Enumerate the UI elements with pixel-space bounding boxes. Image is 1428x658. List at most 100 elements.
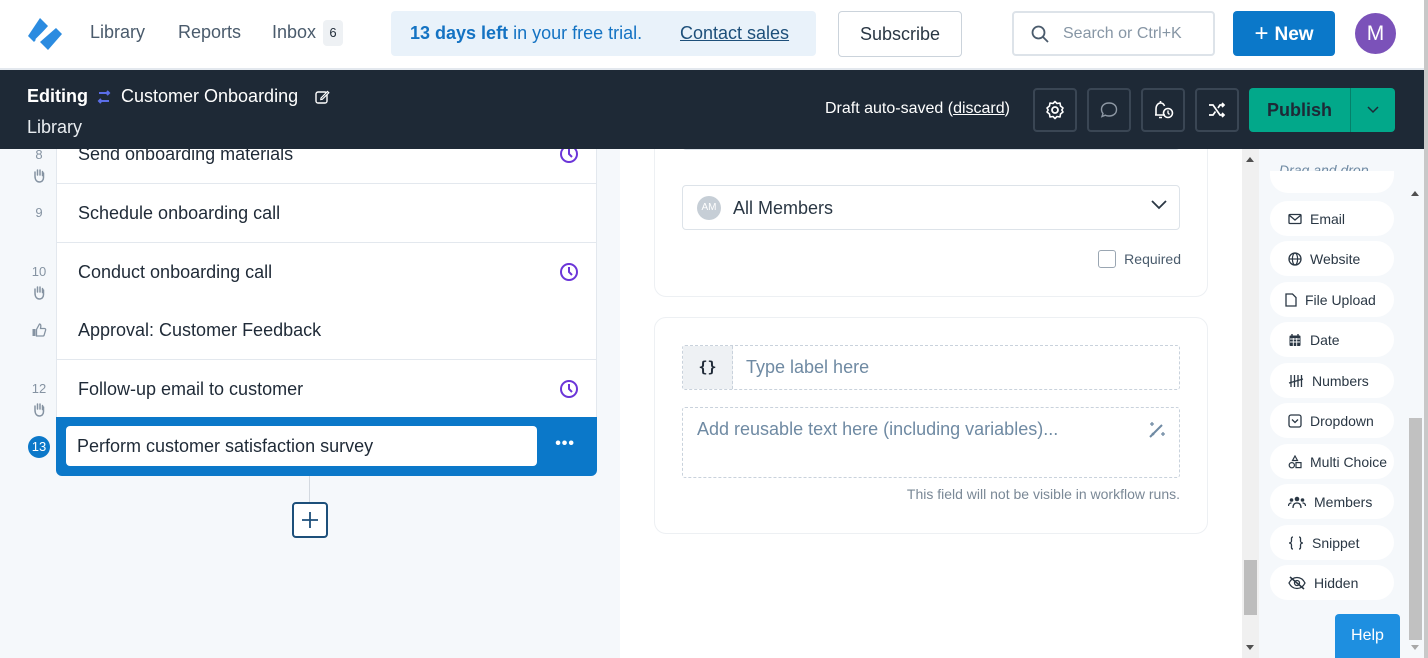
nav-reports[interactable]: Reports: [178, 22, 241, 43]
automations-button[interactable]: [1195, 88, 1239, 132]
scrollbar-thumb[interactable]: [1409, 418, 1422, 640]
edit-icon[interactable]: [314, 89, 330, 105]
palette-item-snippet[interactable]: Snippet: [1270, 525, 1394, 560]
search-input[interactable]: Search or Ctrl+K: [1012, 11, 1215, 56]
task-row[interactable]: Conduct onboarding call: [56, 243, 597, 302]
required-toggle[interactable]: Required: [1098, 250, 1181, 268]
globe-icon: [1288, 251, 1302, 266]
scrollbar-thumb[interactable]: [1244, 560, 1257, 615]
palette-item-multi-choice[interactable]: Multi Choice: [1270, 444, 1394, 479]
snippet-text-placeholder: Add reusable text here (including variab…: [697, 419, 1059, 439]
magic-wand-icon[interactable]: [1147, 420, 1167, 440]
comment-icon: [1100, 102, 1118, 118]
comments-button[interactable]: [1087, 88, 1131, 132]
editing-label: Editing: [27, 86, 88, 106]
breadcrumb-library[interactable]: Library: [27, 117, 82, 138]
more-options-icon[interactable]: •••: [555, 435, 575, 453]
editing-title: Editing Customer Onboarding: [27, 86, 330, 107]
trial-text: in your free trial.: [508, 23, 643, 43]
snippet-text-input[interactable]: Add reusable text here (including variab…: [682, 407, 1180, 478]
editor-scrollbar[interactable]: [1242, 149, 1259, 658]
search-placeholder: Search or Ctrl+K: [1063, 25, 1182, 42]
palette-item-label: Hidden: [1314, 574, 1359, 591]
nav-inbox[interactable]: Inbox: [272, 22, 316, 43]
palette-scrollbar[interactable]: [1407, 183, 1424, 658]
dropdown-icon: [1288, 413, 1302, 428]
palette-item-hidden[interactable]: Hidden: [1270, 565, 1394, 600]
workflow-name[interactable]: Customer Onboarding: [121, 86, 298, 107]
editing-toolbar: Editing Customer Onboarding Library Draf…: [0, 70, 1424, 149]
task-title-input[interactable]: Perform customer satisfaction survey: [66, 426, 537, 466]
nav-library[interactable]: Library: [90, 22, 145, 43]
palette-item-label: Multi Choice: [1310, 453, 1388, 470]
app-logo[interactable]: [26, 16, 64, 52]
palette-item-partial[interactable]: [1270, 171, 1394, 193]
task-number: 9: [35, 205, 43, 220]
autosave-status: Draft auto-saved (discard): [825, 100, 1010, 118]
snippet-field-card: {} Type label here Add reusable text her…: [654, 317, 1208, 534]
palette-item-members[interactable]: Members: [1270, 484, 1394, 519]
discard-link[interactable]: discard: [953, 100, 1005, 117]
scroll-down-arrow[interactable]: [1411, 645, 1419, 650]
subscribe-button[interactable]: Subscribe: [838, 11, 962, 57]
assignee-avatar: AM: [697, 196, 721, 220]
task-row[interactable]: Send onboarding materials: [56, 149, 597, 184]
required-checkbox[interactable]: [1098, 250, 1117, 268]
task-title: Approval: Customer Feedback: [78, 320, 322, 340]
contact-sales-link[interactable]: Contact sales: [680, 11, 789, 56]
eye-slash-icon: [1288, 575, 1306, 590]
workflow-icon: [97, 89, 111, 104]
inbox-count-badge: 6: [323, 20, 343, 46]
task-number-badge: 13: [28, 436, 50, 458]
assignee-dropdown[interactable]: AM All Members: [682, 185, 1180, 230]
users-icon: [1288, 496, 1306, 508]
braces-icon: [1288, 535, 1304, 550]
due-date-clock-icon: [560, 380, 578, 398]
palette-item-email[interactable]: Email: [1270, 201, 1394, 236]
task-row[interactable]: Approval: Customer Feedback: [56, 301, 597, 360]
snippet-label-input[interactable]: {} Type label here: [682, 345, 1180, 390]
due-date-clock-icon: [560, 149, 578, 163]
task-row[interactable]: Schedule onboarding call: [56, 184, 597, 243]
chevron-down-icon: [1367, 106, 1379, 114]
publish-options-button[interactable]: [1351, 88, 1395, 132]
envelope-icon: [1288, 213, 1302, 224]
new-button[interactable]: + New: [1233, 11, 1335, 56]
new-button-label: New: [1274, 24, 1314, 45]
settings-button[interactable]: [1033, 88, 1077, 132]
publish-button[interactable]: Publish: [1249, 88, 1351, 132]
palette-item-label: Dropdown: [1310, 412, 1374, 429]
palette-item-date[interactable]: Date: [1270, 322, 1394, 357]
add-step-button[interactable]: [292, 502, 328, 538]
task-row-selected[interactable]: Perform customer satisfaction survey •••: [56, 417, 597, 476]
palette-item-dropdown[interactable]: Dropdown: [1270, 403, 1394, 438]
notifications-button[interactable]: [1141, 88, 1185, 132]
palette-item-numbers[interactable]: Numbers: [1270, 363, 1394, 398]
due-date-clock-icon: [560, 263, 578, 281]
palette-item-label: Date: [1310, 331, 1340, 348]
required-label: Required: [1124, 251, 1181, 267]
plus-icon: [302, 512, 318, 528]
calendar-icon: [1289, 333, 1301, 346]
palette-item-label: Snippet: [1312, 534, 1360, 551]
palette-item-file-upload[interactable]: File Upload: [1270, 282, 1394, 317]
form-field-palette: Drag and drop Email Website File Upload …: [1259, 149, 1407, 658]
stop-hand-icon: [34, 403, 45, 417]
user-avatar[interactable]: M: [1355, 13, 1396, 54]
assignee-value: All Members: [733, 198, 834, 218]
scroll-down-arrow[interactable]: [1246, 645, 1254, 650]
task-title: Send onboarding materials: [78, 149, 294, 164]
task-number: 10: [31, 264, 47, 279]
task-number: 8: [35, 149, 43, 162]
page-scrollbar[interactable]: [1424, 0, 1428, 658]
scroll-up-arrow[interactable]: [1246, 157, 1254, 162]
trial-banner: 13 days left in your free trial. Contact…: [391, 11, 816, 56]
scroll-up-arrow[interactable]: [1411, 191, 1419, 196]
task-list-panel: Send onboarding materials 8 Schedule onb…: [0, 149, 620, 658]
task-editor-panel: AM All Members Required {} Type label he…: [620, 149, 1242, 658]
task-row[interactable]: Follow-up email to customer: [56, 360, 597, 419]
palette-item-label: File Upload: [1305, 291, 1376, 308]
help-button[interactable]: Help: [1335, 614, 1400, 658]
palette-item-website[interactable]: Website: [1270, 241, 1394, 276]
members-field-label-input[interactable]: [682, 149, 1180, 150]
